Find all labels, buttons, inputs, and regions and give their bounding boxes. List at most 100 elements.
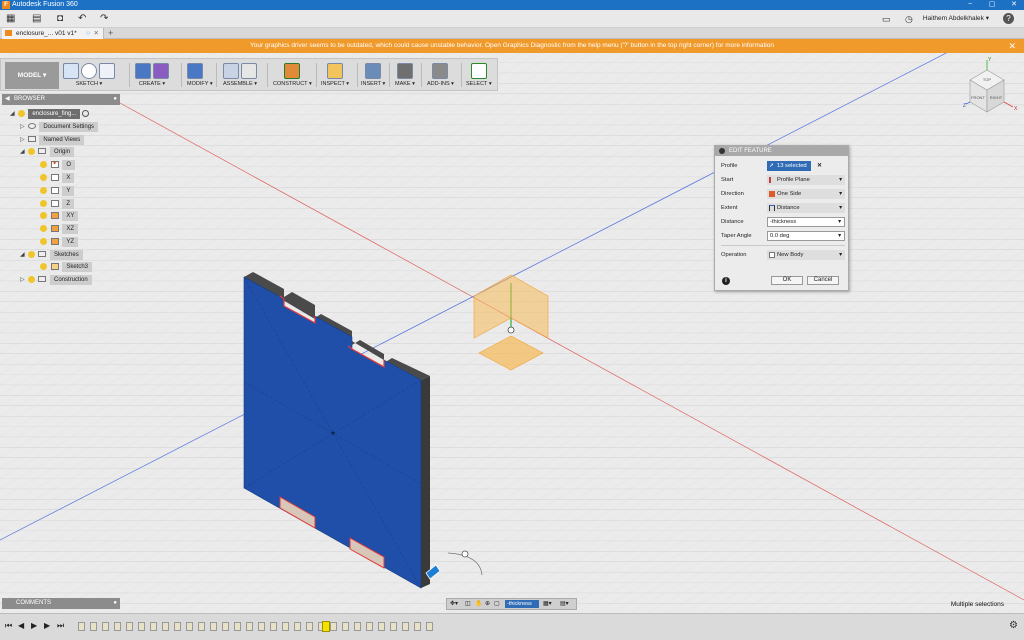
tab-document[interactable]: enclosure_... v01 v1* ○ ✕ (2, 28, 104, 39)
play-icon[interactable]: ▶ (31, 621, 37, 630)
timeline-feature-icon[interactable] (78, 622, 85, 631)
measure-icon[interactable] (327, 63, 344, 79)
user-menu[interactable]: Haithem Abdelkhalek ▾ (923, 10, 989, 28)
operation-select[interactable]: New Body ▾ (767, 250, 845, 260)
tree-item-yz-plane[interactable]: YZ (40, 237, 79, 247)
tree-item-y-axis[interactable]: Y (40, 186, 75, 196)
pin-icon[interactable]: ● (113, 598, 117, 609)
ok-button[interactable]: OK (771, 276, 803, 285)
timeline-feature-icon[interactable] (126, 622, 133, 631)
expand-icon[interactable]: ◢ (10, 109, 16, 119)
assemble-group[interactable]: ASSEMBLE ▾ (223, 62, 257, 90)
clock-icon[interactable]: ◷ (905, 12, 913, 26)
distance-input[interactable]: -thickness ▾ (767, 217, 845, 227)
tree-item-origin[interactable]: ◢ Origin (20, 147, 75, 157)
timeline-feature-icon[interactable] (234, 622, 241, 631)
tree-item-label[interactable]: XY (62, 211, 79, 221)
extrude-icon[interactable] (135, 63, 151, 79)
pan-icon[interactable]: ✋ (475, 599, 482, 609)
joint-icon[interactable] (241, 63, 257, 79)
timeline-feature-icon[interactable] (222, 622, 229, 631)
timeline-feature-icon[interactable] (306, 622, 313, 631)
timeline-settings-gear-icon[interactable]: ⚙ (1009, 620, 1018, 631)
timeline-feature-icon[interactable] (102, 622, 109, 631)
zoom-icon[interactable]: ⊕ (485, 599, 490, 609)
sketch-menu-label[interactable]: SKETCH ▾ (63, 80, 115, 89)
visibility-bulb-icon[interactable] (40, 211, 47, 219)
visibility-bulb-icon[interactable] (40, 224, 47, 232)
new-component-icon[interactable] (223, 63, 239, 79)
expand-icon[interactable]: ◢ (20, 147, 26, 157)
press-pull-icon[interactable] (187, 63, 203, 79)
addins-menu-label[interactable]: ADD-INS ▾ (427, 80, 454, 89)
tree-item-label[interactable]: Y (62, 186, 75, 196)
expand-icon[interactable]: ▷ (20, 275, 26, 285)
visibility-bulb-icon[interactable] (40, 186, 47, 194)
timeline-feature-icon[interactable] (114, 622, 121, 631)
extent-select[interactable]: Distance ▾ (767, 203, 845, 213)
tree-item-label[interactable]: YZ (62, 237, 79, 247)
construct-group[interactable]: CONSTRUCT ▾ (273, 62, 312, 90)
grid-settings-icon[interactable]: ▤▾ (560, 599, 569, 609)
timeline-feature-icon[interactable] (90, 622, 97, 631)
timeline-feature-icon[interactable] (210, 622, 217, 631)
root-component-label[interactable]: enclosure_fing... (28, 109, 81, 119)
tree-item-z-axis[interactable]: Z (40, 199, 75, 209)
sketch-group[interactable]: SKETCH ▾ (63, 62, 115, 90)
start-select[interactable]: Profile Plane ▾ (767, 175, 845, 185)
modify-menu-label[interactable]: MODIFY ▾ (187, 80, 213, 89)
scripts-addins-icon[interactable] (432, 63, 449, 79)
timeline-feature-icon[interactable] (342, 622, 349, 631)
timeline-current-feature-marker[interactable] (322, 621, 330, 632)
collapse-icon[interactable]: ◀ (5, 94, 10, 105)
select-icon[interactable] (470, 63, 487, 79)
timeline-feature-icon[interactable] (198, 622, 205, 631)
distance-heads-up-input[interactable]: -thickness (505, 600, 539, 608)
taper-input[interactable]: 0.0 deg ▾ (767, 231, 845, 241)
timeline-feature-icon[interactable] (330, 622, 337, 631)
tree-item-named-views[interactable]: ▷ Named Views (20, 135, 85, 145)
pin-icon[interactable]: ● (113, 94, 117, 105)
tree-item-label[interactable]: Sketch3 (62, 262, 93, 272)
timeline-feature-icon[interactable] (390, 622, 397, 631)
visibility-bulb-icon[interactable] (40, 199, 47, 207)
go-to-start-icon[interactable]: ⏮ (5, 621, 12, 631)
collapse-dialog-icon[interactable] (719, 148, 725, 154)
assemble-menu-label[interactable]: ASSEMBLE ▾ (223, 80, 257, 89)
minimize-button[interactable]: − (964, 0, 976, 10)
redo-icon[interactable]: ↷ (100, 12, 108, 26)
visibility-bulb-icon[interactable] (40, 173, 47, 181)
timeline-feature-icon[interactable] (282, 622, 289, 631)
tree-item-label[interactable]: Document Settings (39, 122, 99, 132)
look-at-icon[interactable]: ◫ (465, 599, 471, 609)
tree-item-label[interactable]: Sketches (50, 250, 83, 260)
rectangle-icon[interactable] (99, 63, 115, 79)
step-back-icon[interactable]: ◀ (18, 621, 24, 630)
visibility-bulb-icon[interactable] (40, 237, 47, 245)
browser-panel-header[interactable]: ◀ BROWSER ● (2, 94, 120, 105)
tree-item-label[interactable]: Construction (50, 275, 92, 285)
insert-menu-label[interactable]: INSERT ▾ (361, 80, 385, 89)
file-menu-icon[interactable]: ▤ (32, 12, 41, 26)
create-sketch-icon[interactable] (63, 63, 79, 79)
save-icon[interactable]: ◘ (57, 12, 63, 26)
timeline-feature-icon[interactable] (270, 622, 277, 631)
timeline-feature-icon[interactable] (162, 622, 169, 631)
tree-item-label[interactable]: X (62, 173, 75, 183)
new-tab-icon[interactable]: + (108, 28, 113, 39)
info-icon[interactable]: i (722, 277, 730, 285)
timeline-feature-icon[interactable] (366, 622, 373, 631)
form-icon[interactable] (153, 63, 169, 79)
go-to-end-icon[interactable]: ⏭ (57, 621, 64, 631)
visibility-bulb-icon[interactable] (27, 147, 35, 155)
timeline-feature-icon[interactable] (174, 622, 181, 631)
profile-selection[interactable]: ➚ 13 selected (767, 161, 811, 171)
tree-item-label[interactable]: XZ (62, 224, 79, 234)
3d-print-icon[interactable] (396, 63, 413, 79)
addins-group[interactable]: ADD-INS ▾ (427, 62, 454, 90)
timeline-feature-icon[interactable] (414, 622, 421, 631)
select-menu-label[interactable]: SELECT ▾ (466, 80, 492, 89)
dialog-header[interactable]: EDIT FEATURE (715, 146, 848, 156)
dismiss-warning-icon[interactable]: ✕ (1008, 39, 1016, 53)
inspect-group[interactable]: INSPECT ▾ (321, 62, 349, 90)
